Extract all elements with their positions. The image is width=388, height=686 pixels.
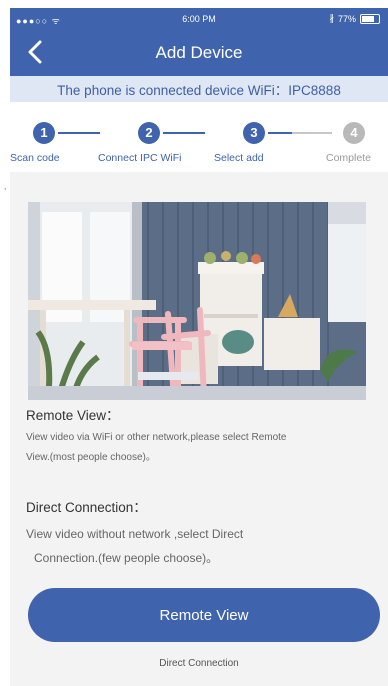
step-4-label: Complete (326, 152, 371, 164)
direct-connection-title: Direct Connection： (26, 500, 147, 515)
step-2-label: Connect IPC WiFi (98, 152, 182, 164)
app-header: ●●●○○ ᯤ 6:00 PM ∦ 77% Add Device (10, 8, 388, 76)
progress-stepper: 1 2 3 4 Scan code Connect IPC WiFi Selec… (10, 102, 388, 172)
direct-connection-description-line: Connection.(few people choose)。 (34, 551, 219, 565)
step-connector (268, 132, 292, 134)
margin-mark: , (4, 182, 7, 191)
step-connector (58, 132, 100, 134)
step-3-label: Select add (214, 152, 264, 164)
page-title: Add Device (155, 43, 243, 62)
battery-icon (360, 13, 380, 24)
step-3-circle: 3 (243, 122, 265, 144)
status-bar: ●●●○○ ᯤ 6:00 PM ∦ 77% (10, 8, 388, 30)
remote-view-section: Remote View： View video via WiFi or othe… (26, 404, 380, 468)
step-1-circle: 1 (33, 122, 55, 144)
step-1-label: Scan code (10, 152, 60, 164)
remote-view-description-line: View video via WiFi or other network,ple… (26, 432, 287, 443)
battery-percent: 77% (337, 13, 356, 24)
remote-view-button[interactable]: Remote View (28, 588, 380, 642)
remote-view-description-line: View.(most people choose)。 (26, 452, 156, 463)
step-2-circle: 2 (138, 122, 160, 144)
step-connector-pending (292, 132, 332, 134)
step-4-circle: 4 (343, 122, 365, 144)
wifi-status-banner: The phone is connected device WiFi：IPC88… (10, 76, 388, 102)
step-connector (163, 132, 205, 134)
room-illustration-image (28, 202, 366, 400)
bluetooth-icon: ∦ (329, 13, 334, 23)
direct-connection-link[interactable]: Direct Connection (10, 658, 388, 669)
nav-bar: Add Device (10, 30, 388, 76)
phone-screen: ●●●○○ ᯤ 6:00 PM ∦ 77% Add Device The pho… (10, 8, 388, 686)
remote-view-title: Remote View： (26, 408, 120, 423)
direct-connection-section: Direct Connection： View video without ne… (26, 496, 380, 570)
direct-connection-description-line: View video without network ,select Direc… (26, 527, 244, 541)
battery-indicator: ∦ 77% (329, 13, 380, 24)
